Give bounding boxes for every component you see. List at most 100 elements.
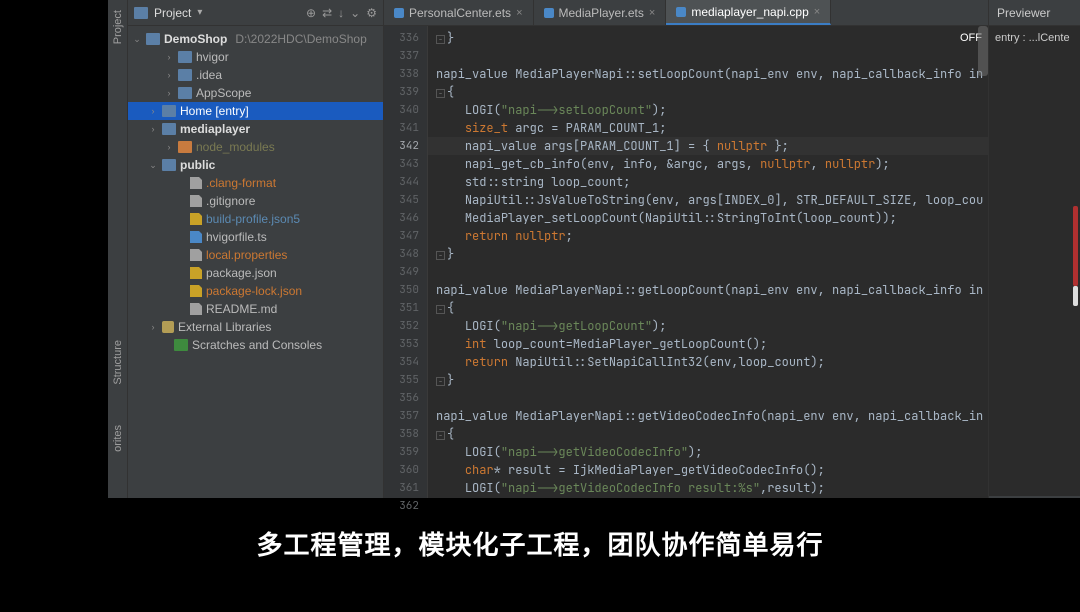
tree-item[interactable]: .clang-format <box>128 174 383 192</box>
code-line[interactable]: return nullptr; <box>428 227 988 245</box>
code-line[interactable] <box>428 47 988 65</box>
tree-item[interactable]: package-lock.json <box>128 282 383 300</box>
fold-icon[interactable]: - <box>436 35 445 44</box>
tree-item-label: package.json <box>206 266 277 280</box>
line-number[interactable]: 357 <box>384 407 427 425</box>
code-line[interactable]: return NapiUtil::SetNapiCallInt32(env,lo… <box>428 353 988 371</box>
code-line[interactable]: LOGI("napi-->getVideoCodecInfo"); <box>428 443 988 461</box>
line-number[interactable]: 362 <box>384 497 427 515</box>
tree-item[interactable]: ›hvigor <box>128 48 383 66</box>
code-line[interactable]: LOGI("napi-->getLoopCount"); <box>428 317 988 335</box>
line-number[interactable]: 350 <box>384 281 427 299</box>
error-stripe[interactable] <box>1073 206 1078 286</box>
line-number[interactable]: 361 <box>384 479 427 497</box>
code-line[interactable]: LOGI("napi-->setLoopCount"); <box>428 101 988 119</box>
line-number[interactable]: 359 <box>384 443 427 461</box>
tree-item[interactable]: hvigorfile.ts <box>128 228 383 246</box>
line-number[interactable]: 340 <box>384 101 427 119</box>
tree-item[interactable]: ›Home [entry] <box>128 102 383 120</box>
line-number[interactable]: 354 <box>384 353 427 371</box>
tree-item[interactable]: Scratches and Consoles <box>128 336 383 354</box>
code-line[interactable]: size_t argc = PARAM_COUNT_1; <box>428 119 988 137</box>
tree-item[interactable]: build-profile.json5 <box>128 210 383 228</box>
tree-item[interactable]: package.json <box>128 264 383 282</box>
line-number[interactable]: 341 <box>384 119 427 137</box>
tree-item[interactable]: ›node_modules <box>128 138 383 156</box>
code-line[interactable]: char* result = IjkMediaPlayer_getVideoCo… <box>428 461 988 479</box>
code-line[interactable]: napi_value MediaPlayerNapi::getLoopCount… <box>428 281 988 299</box>
sidebar-toolbar-icon[interactable]: ↓ <box>338 6 344 20</box>
code-line[interactable]: -{ <box>428 425 988 443</box>
line-number[interactable]: 346 <box>384 209 427 227</box>
fold-icon[interactable]: - <box>436 89 445 98</box>
code-line[interactable]: -} <box>428 245 988 263</box>
tree-root[interactable]: ⌄ DemoShop D:\2022HDC\DemoShop <box>128 30 383 48</box>
tree-item[interactable]: local.properties <box>128 246 383 264</box>
line-number[interactable]: 353 <box>384 335 427 353</box>
sidebar-toolbar-icon[interactable]: ⌄ <box>350 6 360 20</box>
scroll-stripe[interactable] <box>1073 286 1078 306</box>
line-number[interactable]: 352 <box>384 317 427 335</box>
line-number[interactable]: 347 <box>384 227 427 245</box>
editor-tab[interactable]: PersonalCenter.ets× <box>384 0 534 25</box>
fold-icon[interactable]: - <box>436 251 445 260</box>
code-line[interactable]: -{ <box>428 299 988 317</box>
tree-item[interactable]: ›AppScope <box>128 84 383 102</box>
line-number[interactable]: 338 <box>384 65 427 83</box>
tool-structure[interactable]: Structure <box>112 340 124 385</box>
line-number[interactable]: 348 <box>384 245 427 263</box>
line-number[interactable]: 336 <box>384 29 427 47</box>
close-icon[interactable]: × <box>649 7 655 19</box>
project-tree[interactable]: ⌄ DemoShop D:\2022HDC\DemoShop ›hvigor›.… <box>128 26 383 498</box>
sidebar-toolbar-icon[interactable]: ⚙ <box>366 6 377 20</box>
line-number[interactable]: 337 <box>384 47 427 65</box>
code-line[interactable]: int loop_count=MediaPlayer_getLoopCount(… <box>428 335 988 353</box>
code-line[interactable]: MediaPlayer_setLoopCount(NapiUtil::Strin… <box>428 209 988 227</box>
code-line[interactable]: -} <box>428 371 988 389</box>
close-icon[interactable]: × <box>814 6 820 18</box>
line-number[interactable]: 358 <box>384 425 427 443</box>
sidebar-toolbar-icon[interactable]: ⇄ <box>322 6 332 20</box>
editor-tab[interactable]: mediaplayer_napi.cpp× <box>666 0 831 25</box>
code-line[interactable]: napi_value MediaPlayerNapi::setLoopCount… <box>428 65 988 83</box>
tree-item[interactable]: ›External Libraries <box>128 318 383 336</box>
tree-item[interactable]: README.md <box>128 300 383 318</box>
tool-favorites[interactable]: orites <box>112 425 124 452</box>
line-number[interactable]: 351 <box>384 299 427 317</box>
editor-tab[interactable]: MediaPlayer.ets× <box>534 0 667 25</box>
line-number[interactable]: 360 <box>384 461 427 479</box>
code-line[interactable]: napi_value args[PARAM_COUNT_1] = { nullp… <box>428 137 988 155</box>
tree-item[interactable]: ›mediaplayer <box>128 120 383 138</box>
fold-icon[interactable]: - <box>436 377 445 386</box>
code-line[interactable]: napi_get_cb_info(env, info, &argc, args,… <box>428 155 988 173</box>
line-number[interactable]: 339 <box>384 83 427 101</box>
code-line[interactable]: LOGI("napi-->getVideoCodecInfo result:%s… <box>428 479 988 497</box>
code-line[interactable]: -{ <box>428 83 988 101</box>
fold-icon[interactable]: - <box>436 305 445 314</box>
tree-item[interactable]: .gitignore <box>128 192 383 210</box>
line-number[interactable]: 343 <box>384 155 427 173</box>
tree-item[interactable]: ›.idea <box>128 66 383 84</box>
editor-scrollbar[interactable] <box>978 26 988 498</box>
sidebar-toolbar-icon[interactable]: ⊕ <box>306 6 316 20</box>
line-number[interactable]: 342 <box>384 137 427 155</box>
fold-icon[interactable]: - <box>436 431 445 440</box>
close-icon[interactable]: × <box>516 7 522 19</box>
code-editor[interactable]: -}napi_value MediaPlayerNapi::setLoopCou… <box>428 26 988 498</box>
line-number[interactable]: 355 <box>384 371 427 389</box>
tool-project[interactable]: Project <box>112 10 124 44</box>
line-number[interactable]: 356 <box>384 389 427 407</box>
line-number[interactable]: 349 <box>384 263 427 281</box>
tree-item[interactable]: ⌄public <box>128 156 383 174</box>
chevron-down-icon[interactable]: ▾ <box>197 7 202 18</box>
code-line[interactable]: NapiUtil::JsValueToString(env, args[INDE… <box>428 191 988 209</box>
code-line[interactable]: napi_value MediaPlayerNapi::getVideoCode… <box>428 407 988 425</box>
code-line[interactable]: napi_value napi_result; <box>428 497 988 498</box>
line-number[interactable]: 344 <box>384 173 427 191</box>
code-line[interactable] <box>428 389 988 407</box>
code-line[interactable] <box>428 263 988 281</box>
code-line[interactable]: -} <box>428 29 988 47</box>
previewer-header[interactable]: Previewer <box>989 0 1080 26</box>
code-line[interactable]: std::string loop_count; <box>428 173 988 191</box>
line-number[interactable]: 345 <box>384 191 427 209</box>
